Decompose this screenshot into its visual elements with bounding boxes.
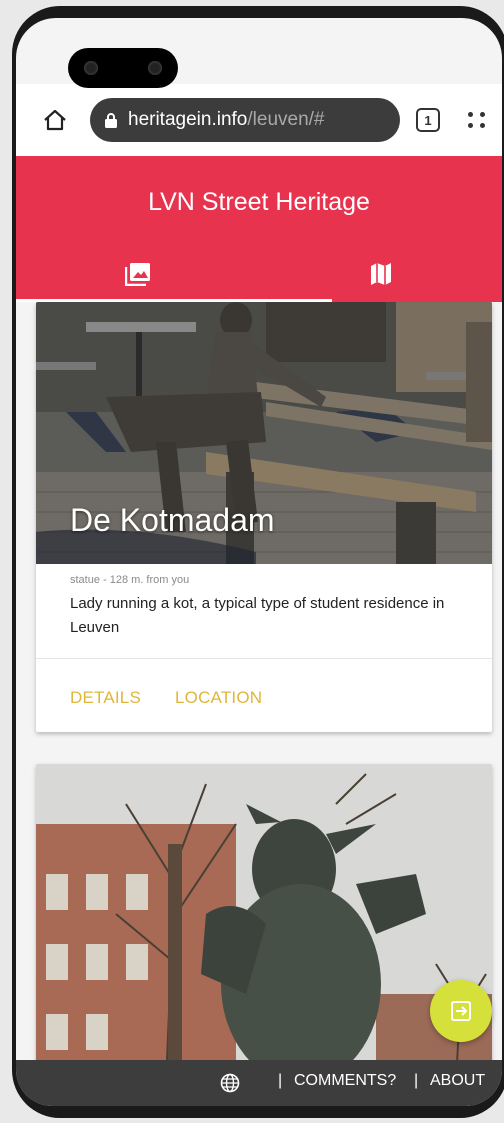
card-actions: DETAILS LOCATION [70, 688, 262, 708]
heritage-list: De Kotmadam statue - 128 m. from you Lad… [16, 302, 502, 1060]
url-host: heritagein.info [128, 109, 248, 130]
camera-lens [148, 61, 162, 75]
card-title: De Kotmadam [70, 502, 275, 538]
home-icon[interactable] [42, 108, 68, 132]
screen: heritagein.info/leuven/# 1 LVN Street He… [16, 18, 502, 1106]
statue-photo[interactable] [36, 764, 492, 1060]
photo-gallery-icon [124, 263, 150, 286]
exit-login-icon [451, 1001, 471, 1021]
heritage-card [36, 764, 492, 1060]
app-title: LVN Street Heritage [148, 188, 370, 216]
app-header: LVN Street Heritage [16, 156, 502, 302]
card-description: Lady running a kot, a typical type of st… [70, 595, 445, 636]
heritage-card: De Kotmadam statue - 128 m. from you Lad… [36, 302, 492, 732]
tab-count-button[interactable]: 1 [416, 108, 440, 132]
browser-toolbar: heritagein.info/leuven/# 1 [16, 84, 502, 156]
lock-icon [105, 113, 117, 128]
more-options-icon[interactable] [468, 112, 486, 128]
globe-icon[interactable] [220, 1073, 240, 1093]
footer-separator: | [414, 1072, 419, 1089]
card-meta: statue - 128 m. from you [70, 574, 190, 586]
tab-map[interactable] [259, 246, 502, 302]
phone-frame: heritagein.info/leuven/# 1 LVN Street He… [12, 6, 504, 1118]
map-icon [370, 263, 391, 285]
camera-cutout [68, 48, 178, 88]
address-bar[interactable]: heritagein.info/leuven/# [90, 98, 400, 142]
camera-lens [84, 61, 98, 75]
location-button[interactable]: LOCATION [175, 688, 262, 708]
footer-separator: | [278, 1072, 283, 1089]
card-divider [36, 658, 492, 659]
login-fab-button[interactable] [430, 980, 492, 1042]
details-button[interactable]: DETAILS [70, 688, 141, 708]
url-path: /leuven/# [247, 109, 325, 130]
comments-link[interactable]: COMMENTS? [294, 1072, 396, 1090]
tab-gallery[interactable] [16, 246, 259, 302]
about-link[interactable]: ABOUT [430, 1072, 485, 1090]
footer-bar: | COMMENTS? | ABOUT [16, 1060, 502, 1106]
